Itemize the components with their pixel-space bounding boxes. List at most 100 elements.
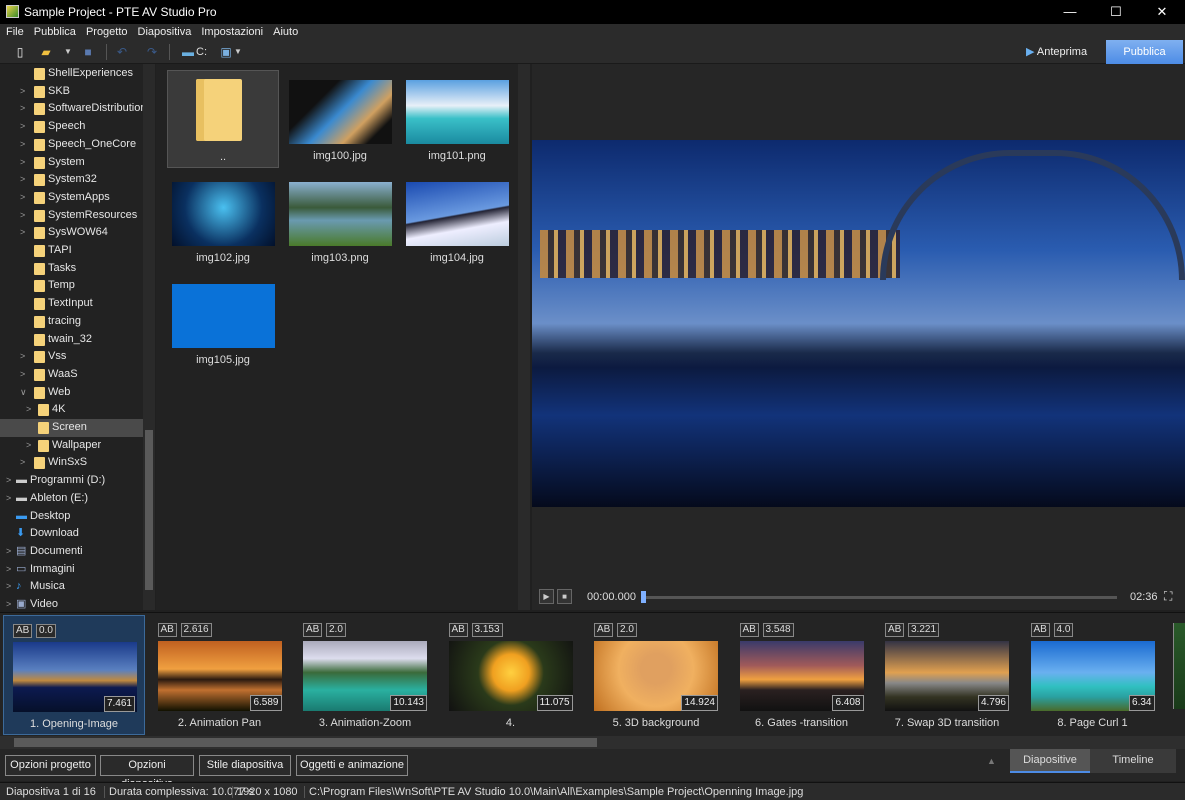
tree-item[interactable]: > ▭ Immagini (0, 561, 143, 579)
chevron-right-icon[interactable]: > (6, 596, 11, 610)
tree-item[interactable]: > ▬ Programmi (D:) (0, 472, 143, 490)
chevron-down-icon[interactable]: ∨ (20, 384, 27, 402)
file-item[interactable]: .. (167, 70, 279, 168)
tree-item[interactable]: TAPI (0, 242, 143, 260)
transition-ab-badge[interactable]: AB (739, 623, 759, 637)
tree-item[interactable]: Screen (0, 419, 143, 437)
chevron-right-icon[interactable]: > (20, 100, 25, 118)
chevron-right-icon[interactable]: > (20, 171, 25, 189)
tree-item[interactable]: TextInput (0, 295, 143, 313)
drive-icon[interactable]: ▬ (180, 44, 196, 60)
chevron-right-icon[interactable]: > (20, 224, 25, 242)
tree-scrollbar-thumb[interactable] (145, 430, 153, 590)
tree-item[interactable]: > SystemApps (0, 189, 143, 207)
slide-item[interactable]: AB 0.0 7.461 1. Opening-Image (3, 615, 145, 735)
slide-options-button[interactable]: Opzioni diapositiva (100, 755, 194, 790)
transition-ab-badge[interactable]: AB (157, 623, 177, 637)
tree-item[interactable]: > ▬ Ableton (E:) (0, 490, 143, 508)
tab-timeline[interactable]: Timeline (1090, 749, 1176, 773)
tree-item[interactable]: > ♪ Musica (0, 578, 143, 596)
chevron-right-icon[interactable]: > (6, 472, 11, 490)
publish-button[interactable]: Pubblica (1106, 40, 1183, 64)
chevron-down-icon[interactable]: ▼ (60, 44, 76, 60)
chevron-right-icon[interactable]: > (20, 348, 25, 366)
menu-diapositiva[interactable]: Diapositiva (132, 24, 196, 38)
chevron-right-icon[interactable]: > (20, 118, 25, 136)
tree-item[interactable]: twain_32 (0, 331, 143, 349)
chevron-right-icon[interactable]: > (20, 154, 25, 172)
menu-aiuto[interactable]: Aiuto (267, 24, 302, 38)
tree-item[interactable]: > Speech_OneCore (0, 136, 143, 154)
tree-item[interactable]: ▬ Desktop (0, 508, 143, 526)
tree-item[interactable]: > SysWOW64 (0, 224, 143, 242)
tree-item[interactable]: > System (0, 154, 143, 172)
transition-ab-badge[interactable]: AB (448, 623, 468, 637)
project-options-button[interactable]: Opzioni progetto (5, 755, 96, 776)
chevron-right-icon[interactable]: > (26, 401, 31, 419)
chevron-right-icon[interactable]: > (6, 578, 11, 596)
transition-ab-badge[interactable]: AB (1030, 623, 1050, 637)
undo-icon[interactable]: ↶ (114, 44, 130, 60)
tree-item[interactable]: > System32 (0, 171, 143, 189)
stop-button[interactable]: ■ (557, 589, 572, 604)
chevron-right-icon[interactable]: > (20, 207, 25, 225)
transition-ab-badge[interactable]: AB (885, 623, 905, 637)
chevron-right-icon[interactable]: > (20, 189, 25, 207)
file-scrollbar[interactable] (518, 64, 530, 610)
file-item[interactable]: img102.jpg (167, 172, 279, 270)
tree-item[interactable]: > ▣ Video (0, 596, 143, 610)
maximize-button[interactable]: ☐ (1093, 0, 1139, 24)
collapse-icon[interactable]: ▲ (987, 756, 996, 766)
chevron-right-icon[interactable]: > (20, 83, 25, 101)
chevron-right-icon[interactable]: > (6, 561, 11, 579)
transition-ab-badge[interactable]: AB (303, 623, 323, 637)
new-file-icon[interactable]: ▯ (12, 44, 28, 60)
close-button[interactable]: ✕ (1139, 0, 1185, 24)
tree-item[interactable]: > ▤ Documenti (0, 543, 143, 561)
tree-item[interactable]: Temp (0, 277, 143, 295)
menu-progetto[interactable]: Progetto (80, 24, 132, 38)
minimize-button[interactable]: — (1047, 0, 1093, 24)
transition-ab-badge[interactable]: AB (594, 623, 614, 637)
slide-item[interactable]: AB 2.0 14.924 5. 3D background (585, 615, 727, 735)
slide-item[interactable]: AB 3.221 4.796 7. Swap 3D transition (876, 615, 1018, 735)
tree-item[interactable]: > SKB (0, 83, 143, 101)
menu-pubblica[interactable]: Pubblica (28, 24, 80, 38)
tree-item[interactable]: > SoftwareDistribution (0, 100, 146, 118)
chevron-right-icon[interactable]: > (20, 454, 25, 472)
slide-item[interactable]: AB 2.0 10.143 3. Animation-Zoom (294, 615, 436, 735)
drive-label[interactable]: C: (196, 46, 207, 58)
redo-icon[interactable]: ↷ (144, 44, 160, 60)
tree-item[interactable]: > WaaS (0, 366, 143, 384)
tree-item[interactable]: tracing (0, 313, 143, 331)
file-item[interactable]: img101.png (401, 70, 513, 168)
chevron-right-icon[interactable]: > (6, 490, 11, 508)
objects-animation-button[interactable]: Oggetti e animazione (296, 755, 408, 776)
transition-ab-badge[interactable]: AB (13, 624, 33, 638)
strip-scrollbar-thumb[interactable] (14, 738, 597, 747)
tab-slides[interactable]: Diapositive (1010, 749, 1090, 773)
file-item[interactable]: img103.png (284, 172, 396, 270)
preview-button[interactable]: ▶ Anteprima (1020, 40, 1106, 64)
tree-item[interactable]: > Speech (0, 118, 143, 136)
menu-file[interactable]: File (0, 24, 28, 38)
seek-handle[interactable] (641, 591, 646, 603)
chevron-down-icon[interactable]: ▼ (230, 44, 246, 60)
tree-item[interactable]: ShellExperiences (0, 65, 143, 83)
play-button[interactable]: ▶ (539, 589, 554, 604)
slide-item[interactable]: AB 4.0 6.34 8. Page Curl 1 (1022, 615, 1164, 735)
chevron-right-icon[interactable]: > (20, 136, 25, 154)
slide-item-partial[interactable] (1173, 623, 1185, 709)
file-item[interactable]: img104.jpg (401, 172, 513, 270)
tree-item[interactable]: > Vss (0, 348, 143, 366)
tree-item[interactable]: Tasks (0, 260, 143, 278)
save-icon[interactable]: ■ (80, 44, 96, 60)
tree-item[interactable]: >4K (0, 401, 143, 419)
file-item[interactable]: img105.jpg (167, 274, 279, 372)
tree-item[interactable]: > WinSxS (0, 454, 143, 472)
slide-item[interactable]: AB 2.616 6.589 2. Animation Pan (149, 615, 291, 735)
menu-impostazioni[interactable]: Impostazioni (195, 24, 267, 38)
chevron-right-icon[interactable]: > (26, 437, 31, 455)
tree-item[interactable]: ⬇ Download (0, 525, 143, 543)
tree-item[interactable]: ∨ Web (0, 384, 143, 402)
